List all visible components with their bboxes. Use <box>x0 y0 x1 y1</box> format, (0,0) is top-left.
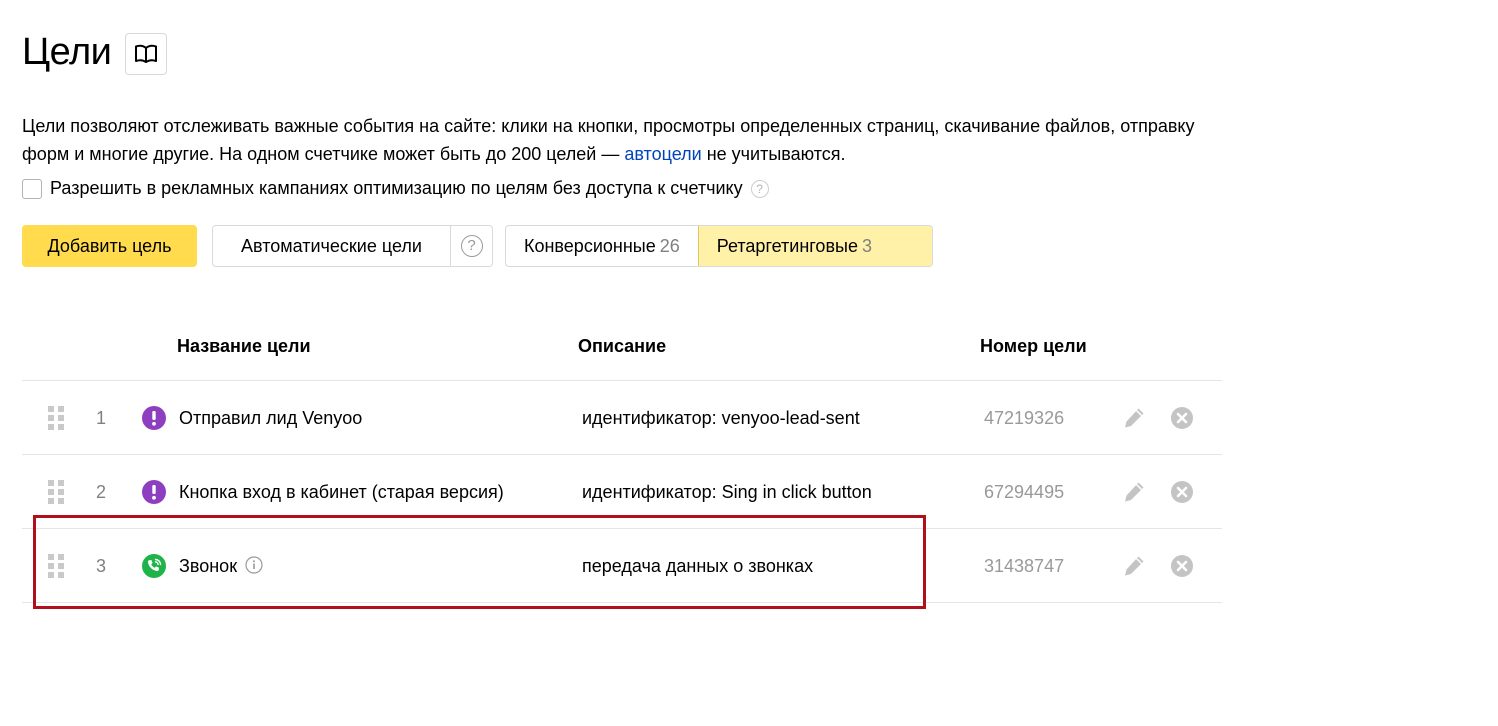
goal-id: 47219326 <box>984 408 1065 428</box>
row-index: 2 <box>96 482 107 502</box>
column-header-name: Название цели <box>177 336 311 356</box>
tab-count: 3 <box>861 236 872 256</box>
tab-label: Конверсионные <box>524 236 656 256</box>
column-header-id: Номер цели <box>980 336 1087 356</box>
allow-optimization-label[interactable]: Разрешить в рекламных кампаниях оптимиза… <box>50 178 743 199</box>
tab-retargeting[interactable]: Ретаргетинговые 3 <box>697 226 932 266</box>
goal-id: 67294495 <box>984 482 1065 502</box>
page-title: Цели <box>22 31 112 73</box>
highlight-frame <box>33 515 926 609</box>
column-header-description: Описание <box>578 336 667 356</box>
tab-label: Ретаргетинговые <box>716 236 858 256</box>
row-index: 1 <box>96 408 107 428</box>
auto-goals-button[interactable]: Автоматические цели <box>213 226 451 266</box>
add-goal-button[interactable]: Добавить цель <box>22 225 197 267</box>
goal-name: Отправил лид Venyoo <box>179 408 363 428</box>
close-icon[interactable] <box>1171 555 1193 577</box>
goal-type-tabs: Конверсионные 26 Ретаргетинговые 3 <box>505 225 933 267</box>
pencil-icon[interactable] <box>1122 554 1146 578</box>
help-book-button[interactable] <box>125 33 167 75</box>
book-icon <box>135 44 157 63</box>
pencil-icon[interactable] <box>1122 406 1146 430</box>
auto-goals-help-button[interactable]: ? <box>451 226 492 266</box>
intro-text-after: не учитываются. <box>701 144 846 164</box>
close-icon[interactable] <box>1171 481 1193 503</box>
intro-text-before: Цели позволяют отслеживать важные событи… <box>22 116 1195 164</box>
pencil-icon[interactable] <box>1122 480 1146 504</box>
goal-id: 31438747 <box>984 556 1065 576</box>
question-icon[interactable]: ? <box>750 179 769 198</box>
allow-optimization-row: Разрешить в рекламных кампаниях оптимиза… <box>22 178 769 199</box>
allow-optimization-checkbox[interactable] <box>22 178 42 199</box>
goal-name: Кнопка вход в кабинет (старая версия) <box>179 482 504 502</box>
close-icon[interactable] <box>1171 407 1193 429</box>
goal-description: идентификатор: Sing in click button <box>582 482 872 502</box>
auto-goals-control: Автоматические цели ? <box>212 225 493 267</box>
goal-description: идентификатор: venyoo-lead-sent <box>582 408 860 428</box>
tab-count: 26 <box>659 236 680 256</box>
intro-text: Цели позволяют отслеживать важные событи… <box>22 112 1222 168</box>
table-row: 1 Отправил лид Venyoo идентификатор: ven… <box>22 381 1222 455</box>
drag-handle-icon[interactable] <box>48 406 64 430</box>
exclamation-icon <box>142 480 166 504</box>
question-icon: ? <box>460 235 483 257</box>
autogoals-link[interactable]: автоцели <box>624 144 701 164</box>
tab-conversion[interactable]: Конверсионные 26 <box>506 226 698 266</box>
drag-handle-icon[interactable] <box>48 480 64 504</box>
exclamation-icon <box>142 406 166 430</box>
